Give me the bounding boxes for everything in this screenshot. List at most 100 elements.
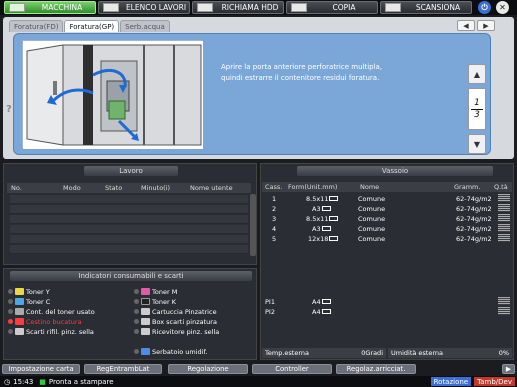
tab-serb-acqua[interactable]: Serb.acqua	[120, 20, 170, 32]
regolazione-button[interactable]: Regolazione	[168, 364, 248, 374]
tray-gramm: 62-74g/m2	[456, 224, 492, 233]
ready-icon: ■	[39, 377, 46, 386]
reg-entramb-lat-button[interactable]: RegEntrambLat	[84, 364, 162, 374]
humidity-value: 0%	[498, 349, 509, 357]
job-row[interactable]	[10, 235, 248, 244]
consumable-waste-toner: Cont. del toner usato	[8, 307, 95, 316]
tray-gramm: 62-74g/m2	[456, 214, 492, 223]
status-dot	[8, 299, 13, 304]
consumable-toner-k: Toner K	[134, 297, 176, 306]
close-icon: ✕	[499, 3, 506, 12]
rotation-indicator[interactable]: Rotazione	[430, 377, 472, 386]
trim-waste-icon	[15, 328, 24, 335]
temperature-value: 0Gradi	[361, 349, 383, 357]
portrait-paper-icon	[329, 196, 339, 201]
consumable-label: Scarti rifil. pinz. sella	[26, 327, 94, 336]
page-indicator: 1 3	[468, 88, 486, 130]
tray-name: Comune	[358, 194, 386, 203]
consumable-toner-m: Toner M	[134, 287, 177, 296]
prev-tab-button[interactable]: ◀	[457, 20, 475, 31]
col-form: Form(Unit.mm)	[288, 183, 338, 191]
tray-cass: 1	[272, 194, 277, 203]
tray-row[interactable]: 2 A3 Comune 62-74g/m2	[262, 204, 500, 213]
tray-row[interactable]: 3 8.5x11 Comune 62-74g/m2	[262, 214, 500, 223]
triangle-right-icon: ▶	[483, 21, 489, 30]
tab-scansiona[interactable]: SCANSIONA	[380, 1, 472, 14]
col-nome: Nome	[360, 183, 380, 191]
job-row[interactable]	[10, 245, 248, 254]
page-navigator: ▲ 1 3 ▼	[468, 64, 486, 168]
consumable-label: Cartuccia Pinzatrice	[152, 307, 217, 316]
col-qta: Q.tà	[494, 183, 508, 191]
tray-level-icon	[498, 224, 510, 232]
consumable-punch-bin: Cestino bucatura	[8, 317, 82, 326]
consumable-label: Toner K	[152, 297, 176, 306]
tray-row[interactable]: 1 8.5x11 Comune 62-74g/m2	[262, 194, 500, 203]
job-row[interactable]	[10, 205, 248, 214]
tray-row[interactable]: 5 12x18 Comune 62-74g/m2	[262, 234, 500, 243]
page-up-button[interactable]: ▲	[468, 64, 486, 84]
tab-richiama-hdd-label: RICHIAMA HDD	[221, 3, 279, 12]
guidance-tabs: Foratura(FD) Foratura(GP) Serb.acqua	[9, 20, 170, 32]
landscape-paper-icon	[329, 216, 339, 221]
tab-elenco-lavori-label: ELENCO LAVORI	[125, 3, 187, 12]
lavoro-scrollbar[interactable]	[250, 194, 256, 256]
page-total: 3	[474, 109, 480, 120]
tab-richiama-hdd[interactable]: RICHIAMA HDD	[192, 1, 284, 14]
status-dot	[134, 289, 139, 294]
controller-button[interactable]: Controller	[252, 364, 332, 374]
machine-illustration	[22, 40, 203, 149]
tab-foratura-fd[interactable]: Foratura(FD)	[9, 20, 64, 32]
humidity-box: Umidità esterna 0%	[388, 348, 512, 358]
inserter-row[interactable]: PI2 A4	[262, 307, 500, 316]
inserter-cass: PI1	[265, 297, 275, 306]
page-current: 1	[474, 97, 480, 108]
help-icon[interactable]: ?	[6, 104, 12, 115]
consumable-label: Box scarti pinzatura	[152, 317, 217, 326]
consumable-staple-waste: Box scarti pinzatura	[134, 317, 217, 326]
saddle-receiver-icon	[141, 328, 150, 335]
tab-macchina[interactable]: MACCHINA	[4, 1, 96, 14]
tab-elenco-lavori[interactable]: ELENCO LAVORI	[98, 1, 190, 14]
vassoio-panel: Vassoio	[260, 163, 514, 360]
regolaz-arricciat-button[interactable]: Regolaz.arricciat.	[336, 364, 416, 374]
status-time: 15:43	[13, 377, 34, 386]
tamb-label: Tamb/Dev	[477, 377, 512, 386]
guidance-message-line1: Aprire la porta anteriore perforatrice m…	[221, 63, 383, 71]
inserter-row[interactable]: PI1 A4	[262, 297, 500, 306]
close-button[interactable]: ✕	[496, 1, 509, 14]
tray-cass: 4	[272, 224, 277, 233]
col-cass: Cass.	[265, 183, 283, 191]
page-down-button[interactable]: ▼	[468, 134, 486, 154]
job-row[interactable]	[10, 225, 248, 234]
consumable-toner-y: Toner Y	[8, 287, 50, 296]
tray-level-icon	[498, 234, 510, 242]
tray-level-icon	[498, 204, 510, 212]
punch-bin-icon	[15, 318, 24, 325]
stop-button[interactable]: ⏻	[478, 1, 491, 14]
job-row[interactable]	[10, 215, 248, 224]
tab-copia[interactable]: COPIA	[286, 1, 378, 14]
punch-unit-illustration	[23, 41, 203, 149]
consumable-label: Serbatoio umidif.	[152, 347, 208, 356]
consumable-saddle-receiver: Ricevitore pinz. sella	[134, 327, 219, 336]
scroll-right-button[interactable]: ▶	[502, 364, 515, 374]
toner-k-icon	[141, 298, 150, 305]
consumable-label: Ricevitore pinz. sella	[152, 327, 220, 336]
tab-foratura-gp[interactable]: Foratura(GP)	[64, 20, 120, 32]
tamb-indicator[interactable]: Tamb/Dev	[474, 377, 515, 386]
water-tank-icon	[141, 348, 150, 355]
consumables-panel: Indicatori consumabili e scarti Toner Y …	[3, 268, 257, 360]
tab-copia-label: COPIA	[332, 3, 356, 12]
landscape-paper-icon	[321, 299, 331, 304]
consumable-humidifier-tank: Serbatoio umidif.	[134, 347, 207, 356]
status-dot	[8, 289, 13, 294]
tray-row[interactable]: 4 A3 Comune 62-74g/m2	[262, 224, 500, 233]
job-row[interactable]	[10, 195, 248, 204]
consumable-label: Cestino bucatura	[26, 317, 82, 326]
status-dot	[134, 329, 139, 334]
tray-gramm: 62-74g/m2	[456, 194, 492, 203]
impostazione-carta-button[interactable]: Impostazione carta	[2, 364, 80, 374]
next-tab-button[interactable]: ▶	[477, 20, 495, 31]
toner-y-icon	[15, 288, 24, 295]
